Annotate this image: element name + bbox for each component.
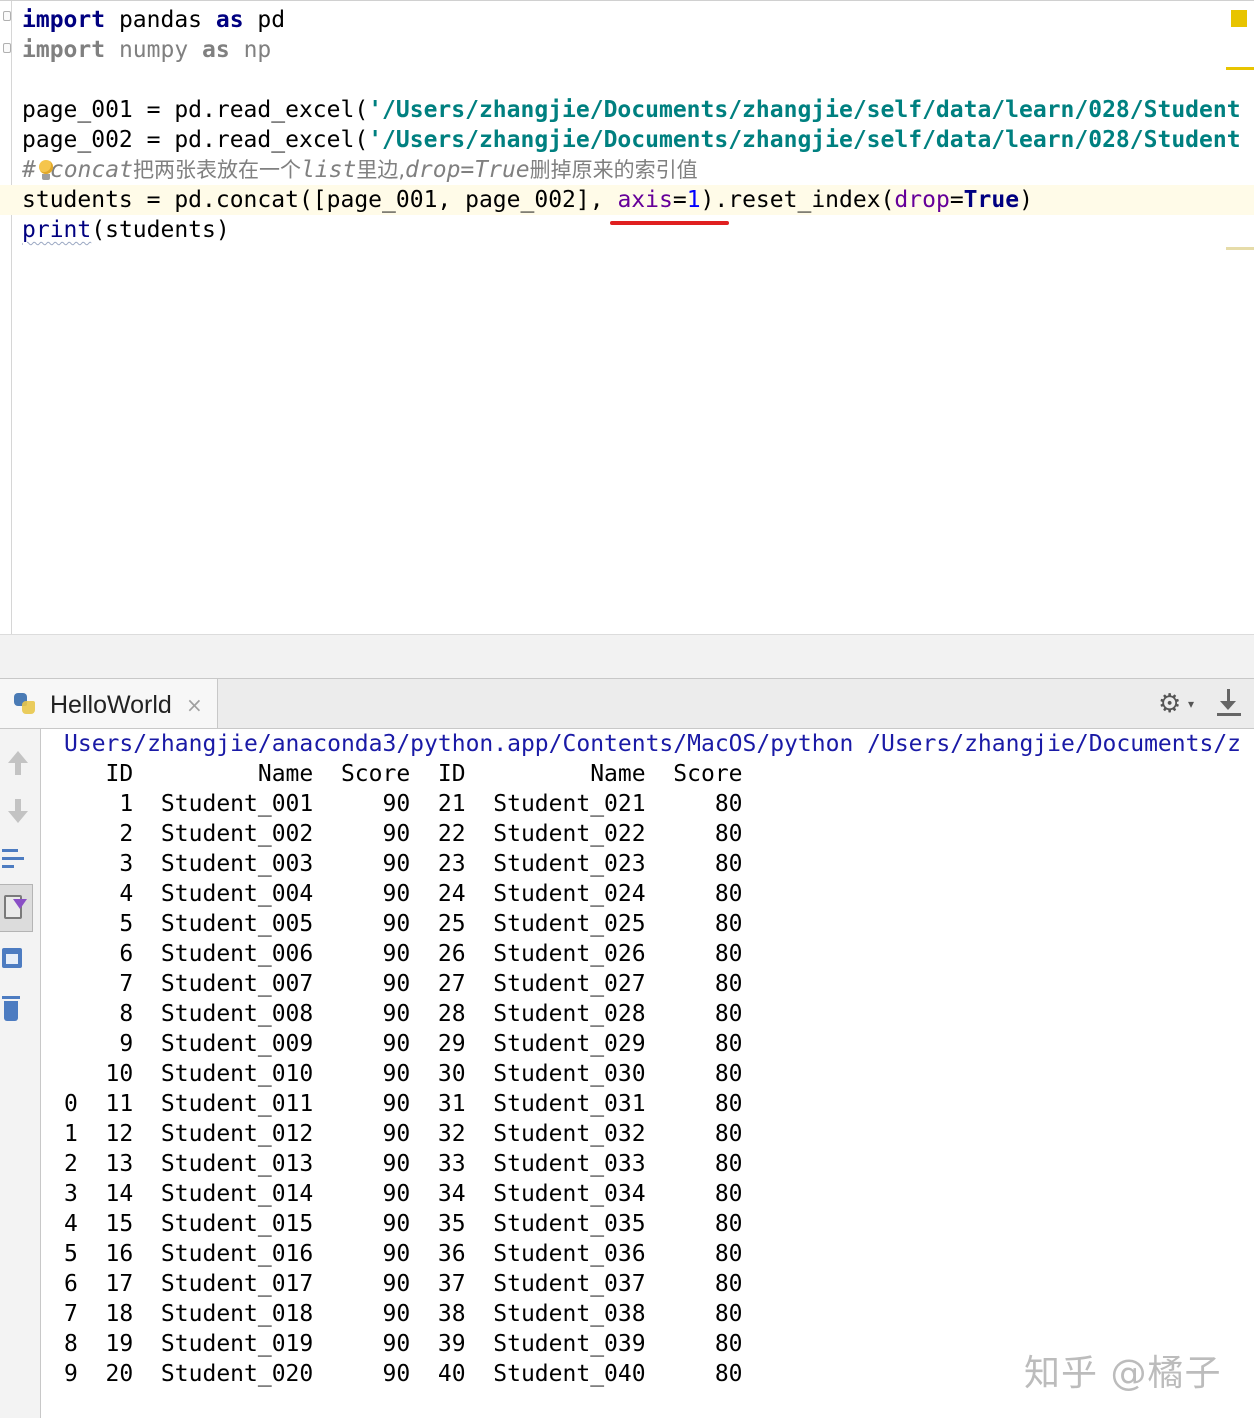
code-line-5: page_002 = pd.read_excel('/Users/zhangji… xyxy=(22,127,1241,153)
python-icon xyxy=(12,691,38,717)
fold-marker-icon[interactable] xyxy=(3,43,11,53)
code-line-4: page_001 = pd.read_excel('/Users/zhangji… xyxy=(22,97,1241,123)
console-table-row: 5 Student_005 90 25 Student_025 80 xyxy=(64,911,743,937)
run-tab-helloworld[interactable]: HelloWorld × xyxy=(0,679,218,728)
console-output[interactable]: Users/zhangjie/anaconda3/python.app/Cont… xyxy=(64,729,1254,1389)
code-line-8: print(students) xyxy=(22,217,230,243)
console-table-row: 4 Student_004 90 24 Student_024 80 xyxy=(64,881,743,907)
code-line-1: import pandas as pd xyxy=(22,7,286,33)
console-table-row: 6 17 Student_017 90 37 Student_037 80 xyxy=(64,1271,743,1297)
console-table-row: 3 14 Student_014 90 34 Student_034 80 xyxy=(64,1181,743,1207)
run-toolbar: HelloWorld × ⚙ ▾ xyxy=(0,679,1254,729)
gear-icon[interactable]: ⚙ xyxy=(1158,691,1181,717)
code-editor[interactable]: import pandas as pd import numpy as np p… xyxy=(0,0,1254,635)
console-table-row: 5 16 Student_016 90 36 Student_036 80 xyxy=(64,1241,743,1267)
warning-stripe-marker[interactable] xyxy=(1226,247,1254,250)
console-table-row: 7 18 Student_018 90 38 Student_038 80 xyxy=(64,1301,743,1327)
print-icon[interactable] xyxy=(0,942,30,976)
watermark-text: 知乎 @橘子 xyxy=(1024,1353,1222,1394)
console-command-line: Users/zhangjie/anaconda3/python.app/Cont… xyxy=(64,731,1242,757)
console-table-row: 2 13 Student_013 90 33 Student_033 80 xyxy=(64,1151,743,1177)
warning-stripe-marker[interactable] xyxy=(1226,67,1254,70)
console-table-row: 1 12 Student_012 90 32 Student_032 80 xyxy=(64,1121,743,1147)
trash-icon[interactable] xyxy=(0,992,30,1026)
fold-marker-icon[interactable] xyxy=(3,11,11,21)
down-arrow-icon[interactable] xyxy=(0,791,34,831)
console-table-row: 10 Student_010 90 30 Student_030 80 xyxy=(64,1061,743,1087)
console-table-row: 1 Student_001 90 21 Student_021 80 xyxy=(64,791,743,817)
console-table-row: 6 Student_006 90 26 Student_026 80 xyxy=(64,941,743,967)
code-area[interactable]: import pandas as pd import numpy as np p… xyxy=(0,5,1254,245)
soft-wrap-icon[interactable] xyxy=(0,839,34,879)
code-line-7-current: students = pd.concat([page_001, page_002… xyxy=(0,185,1254,215)
panel-splitter[interactable] xyxy=(0,634,1254,679)
code-line-2: import numpy as np xyxy=(22,37,272,63)
up-arrow-icon[interactable] xyxy=(0,743,34,783)
console-table-row: 4 15 Student_015 90 35 Student_035 80 xyxy=(64,1211,743,1237)
hide-panel-icon[interactable] xyxy=(1214,689,1244,719)
console-table-row: 3 Student_003 90 23 Student_023 80 xyxy=(64,851,743,877)
console-table-header: ID Name Score ID Name Score xyxy=(64,761,743,787)
run-side-toolbar xyxy=(0,729,41,1418)
inspection-status-icon[interactable] xyxy=(1231,10,1247,27)
run-tab-label: HelloWorld xyxy=(50,691,172,719)
lightbulb-icon[interactable] xyxy=(36,159,56,182)
code-line-6-comment: # concat把两张表放在一个list里边,drop=True删掉原来的索引值 xyxy=(22,157,698,183)
annotation-red-underline xyxy=(610,221,729,225)
console-table-row: 8 Student_008 90 28 Student_028 80 xyxy=(64,1001,743,1027)
close-icon[interactable]: × xyxy=(186,679,203,731)
console-table-row: 9 Student_009 90 29 Student_029 80 xyxy=(64,1031,743,1057)
console-table-row: 0 11 Student_011 90 31 Student_031 80 xyxy=(64,1091,743,1117)
console-table-row: 7 Student_007 90 27 Student_027 80 xyxy=(64,971,743,997)
console-table-row: 2 Student_002 90 22 Student_022 80 xyxy=(64,821,743,847)
scroll-to-end-icon[interactable] xyxy=(0,884,33,932)
chevron-down-icon[interactable]: ▾ xyxy=(1188,697,1194,711)
editor-gutter xyxy=(0,1,12,635)
